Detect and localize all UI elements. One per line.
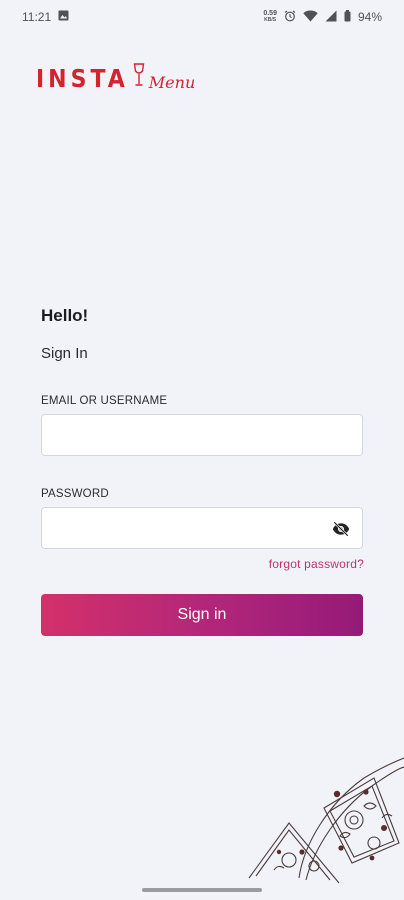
- forgot-password-link[interactable]: forgot password?: [269, 557, 364, 571]
- app-logo: INSTA Menu: [36, 58, 195, 94]
- password-label: PASSWORD: [41, 488, 109, 500]
- network-speed-value: 0.59: [263, 10, 277, 17]
- status-right: 0.59 KB/S 94%: [263, 9, 382, 25]
- pizza-illustration: [248, 757, 404, 884]
- wifi-icon: [303, 10, 318, 25]
- email-field-container: [41, 414, 363, 456]
- clock: 11:21: [22, 10, 52, 24]
- status-bar: 11:21 0.59 KB/S 94%: [0, 0, 404, 34]
- battery-percent: 94%: [357, 10, 382, 24]
- battery-icon: [344, 9, 351, 25]
- email-field[interactable]: [42, 415, 362, 455]
- network-speed: 0.59 KB/S: [263, 10, 277, 24]
- password-visibility-toggle-icon[interactable]: [332, 520, 350, 538]
- logo-wordmark-menu: Menu: [148, 73, 196, 92]
- greeting-heading: Hello!: [41, 306, 89, 325]
- sign-in-subtitle: Sign In: [41, 345, 88, 362]
- email-label: EMAIL OR USERNAME: [41, 395, 168, 407]
- logo-wordmark-insta: INSTA: [36, 65, 129, 94]
- sign-in-button[interactable]: Sign in: [41, 594, 363, 636]
- cellular-signal-icon: [325, 10, 337, 25]
- password-field[interactable]: [42, 508, 362, 548]
- password-field-container: [41, 507, 363, 549]
- wine-glass-icon: [133, 63, 145, 92]
- status-left: 11:21: [22, 10, 69, 24]
- network-speed-unit: KB/S: [264, 17, 277, 23]
- alarm-icon: [284, 10, 296, 25]
- gallery-notification-icon: [58, 10, 69, 24]
- gesture-navigation-handle[interactable]: [142, 888, 262, 892]
